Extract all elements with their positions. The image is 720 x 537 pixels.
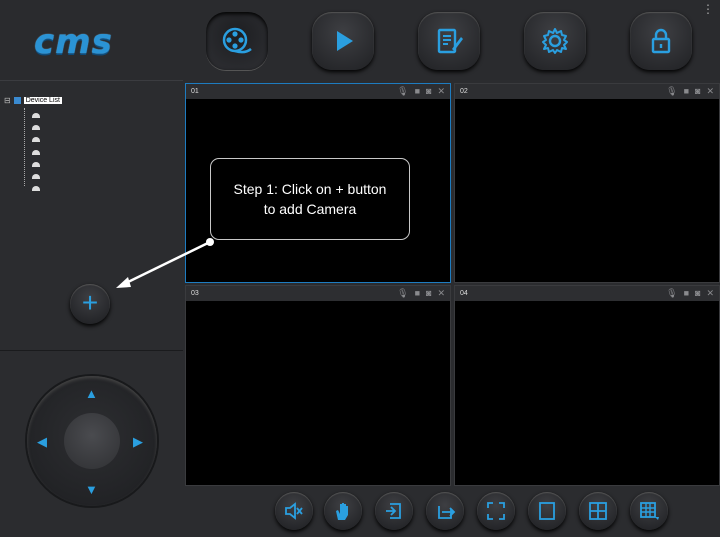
window-menu-icon[interactable]: ⋮ bbox=[702, 2, 714, 16]
mic-icon[interactable]: 🎙︎ bbox=[666, 86, 677, 97]
device-tree: ⊟ Device List bbox=[4, 96, 62, 105]
pane-header: 03 🎙︎ ■ ◙ ✕ bbox=[186, 286, 450, 301]
export-button[interactable] bbox=[426, 492, 464, 530]
video-pane-04[interactable]: 04 🎙︎ ■ ◙ ✕ bbox=[454, 285, 720, 486]
tree-connector bbox=[24, 108, 26, 186]
tree-node-icon[interactable] bbox=[31, 162, 41, 167]
hand-button[interactable] bbox=[324, 492, 362, 530]
panel-divider bbox=[0, 350, 183, 351]
pane-header: 02 🎙︎ ■ ◙ ✕ bbox=[455, 84, 719, 99]
fullscreen-icon bbox=[487, 502, 505, 520]
camera-snapshot-icon[interactable]: ◙ bbox=[695, 288, 700, 299]
bottom-toolbar bbox=[183, 487, 720, 536]
mute-icon bbox=[285, 502, 303, 520]
live-view-button[interactable] bbox=[206, 12, 268, 70]
video-grid: 01 🎙︎ ■ ◙ ✕ 02 🎙︎ ■ ◙ ✕ 03 🎙︎ ■ ◙ ✕ 04 🎙… bbox=[183, 80, 720, 487]
instruction-callout: Step 1: Click on + button to add Camera bbox=[210, 158, 410, 240]
lock-icon bbox=[651, 28, 671, 54]
quad-view-icon bbox=[589, 502, 607, 520]
lock-button[interactable] bbox=[630, 12, 692, 70]
mute-button[interactable] bbox=[275, 492, 313, 530]
fullscreen-button[interactable] bbox=[477, 492, 515, 530]
close-icon[interactable]: ✕ bbox=[706, 86, 714, 97]
mic-icon[interactable]: 🎙︎ bbox=[666, 288, 677, 299]
ptz-center-button[interactable] bbox=[64, 413, 120, 469]
close-icon[interactable]: ✕ bbox=[437, 86, 445, 97]
record-icon[interactable]: ■ bbox=[415, 288, 420, 299]
camera-snapshot-icon[interactable]: ◙ bbox=[426, 86, 431, 97]
import-icon bbox=[386, 503, 401, 519]
mic-icon[interactable]: 🎙︎ bbox=[397, 288, 408, 299]
multi-view-button[interactable] bbox=[630, 492, 668, 530]
ptz-down-icon[interactable]: ▼ bbox=[85, 482, 98, 497]
close-icon[interactable]: ✕ bbox=[706, 288, 714, 299]
edit-doc-icon bbox=[437, 28, 463, 54]
playback-button[interactable] bbox=[312, 12, 374, 70]
ptz-up-icon[interactable]: ▲ bbox=[85, 386, 98, 401]
record-icon[interactable]: ■ bbox=[415, 86, 420, 97]
callout-line-2: to add Camera bbox=[263, 201, 357, 217]
tree-node-icon[interactable] bbox=[31, 174, 41, 179]
single-view-button[interactable] bbox=[528, 492, 566, 530]
ptz-control: ▲ ▼ ◀ ▶ bbox=[27, 376, 157, 506]
ptz-right-icon[interactable]: ▶ bbox=[133, 434, 143, 450]
pane-id: 01 bbox=[191, 88, 199, 95]
pane-id: 02 bbox=[460, 88, 468, 95]
quad-view-button[interactable] bbox=[579, 492, 617, 530]
record-icon[interactable]: ■ bbox=[684, 86, 689, 97]
tree-node-icon[interactable] bbox=[31, 186, 41, 191]
camera-snapshot-icon[interactable]: ◙ bbox=[695, 86, 700, 97]
close-icon[interactable]: ✕ bbox=[437, 288, 445, 299]
device-tree-root[interactable]: ⊟ Device List bbox=[4, 96, 62, 105]
tree-node-icon[interactable] bbox=[31, 137, 41, 142]
video-pane-03[interactable]: 03 🎙︎ ■ ◙ ✕ bbox=[185, 285, 451, 486]
pane-id: 04 bbox=[460, 290, 468, 297]
film-reel-icon bbox=[222, 27, 252, 54]
hand-icon bbox=[336, 503, 348, 520]
ptz-left-icon[interactable]: ◀ bbox=[37, 434, 47, 450]
video-pane-02[interactable]: 02 🎙︎ ■ ◙ ✕ bbox=[454, 83, 720, 283]
callout-arrow-icon bbox=[116, 238, 214, 288]
single-view-icon bbox=[539, 502, 555, 520]
tree-node-icon[interactable] bbox=[31, 125, 41, 130]
collapse-icon[interactable]: ⊟ bbox=[4, 96, 11, 105]
pane-header: 01 🎙︎ ■ ◙ ✕ bbox=[186, 84, 450, 99]
import-button[interactable] bbox=[375, 492, 413, 530]
gear-icon bbox=[542, 28, 568, 54]
device-tree-label[interactable]: Device List bbox=[23, 97, 62, 104]
record-icon[interactable]: ■ bbox=[684, 288, 689, 299]
play-icon bbox=[337, 31, 353, 51]
top-toolbar: cms ⋮ bbox=[0, 0, 720, 80]
callout-line-1: Step 1: Click on + button bbox=[233, 181, 387, 197]
tree-node-icon[interactable] bbox=[31, 150, 41, 155]
mic-icon[interactable]: 🎙︎ bbox=[397, 86, 408, 97]
device-list-icon bbox=[13, 97, 21, 104]
camera-snapshot-icon[interactable]: ◙ bbox=[426, 288, 431, 299]
settings-button[interactable] bbox=[524, 12, 586, 70]
pane-header: 04 🎙︎ ■ ◙ ✕ bbox=[455, 286, 719, 301]
tree-node-icon[interactable] bbox=[31, 113, 41, 118]
log-button[interactable] bbox=[418, 12, 480, 70]
multi-view-icon bbox=[640, 502, 659, 520]
add-camera-button[interactable]: + bbox=[70, 284, 110, 324]
export-icon bbox=[438, 506, 456, 519]
cms-logo: cms bbox=[34, 22, 113, 62]
